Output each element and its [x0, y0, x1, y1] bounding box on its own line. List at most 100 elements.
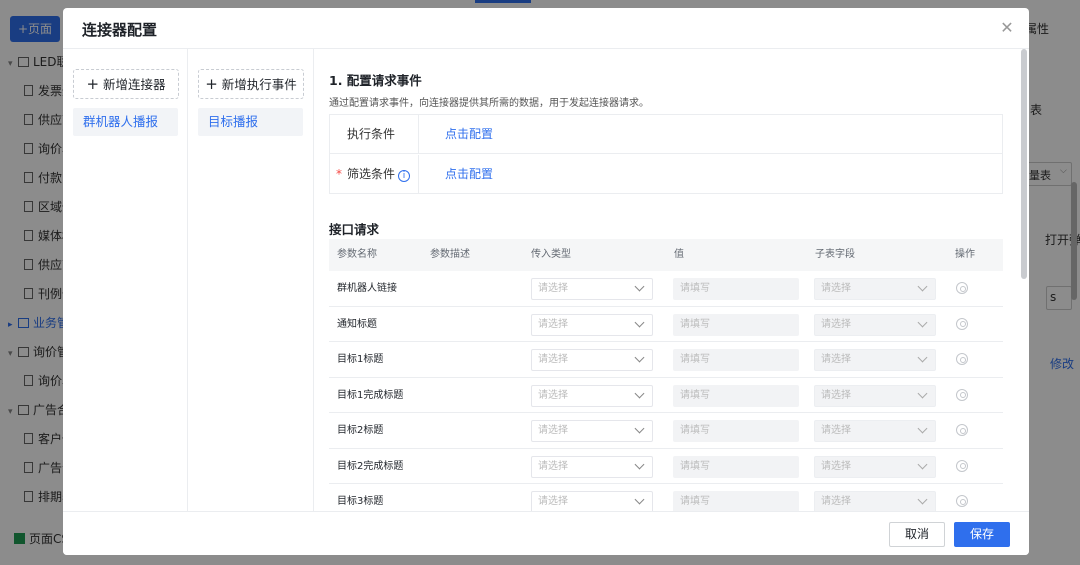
col-param-desc: 参数描述 — [430, 249, 470, 260]
gear-icon[interactable] — [956, 459, 968, 472]
subtable-field-select[interactable]: 请选择 — [814, 491, 936, 511]
save-button[interactable]: 保存 — [954, 522, 1010, 547]
modal-footer: 取消 保存 — [63, 511, 1029, 555]
param-row: 群机器人链接 请选择 请填写 请选择 — [329, 271, 1003, 307]
chevron-down-icon — [917, 317, 928, 327]
param-name: 目标1标题 — [337, 354, 384, 365]
value-input[interactable]: 请填写 — [673, 384, 799, 407]
subtable-field-select[interactable]: 请选择 — [814, 349, 936, 371]
gear-icon[interactable] — [956, 353, 968, 365]
input-type-placeholder: 请选择 — [538, 354, 568, 365]
value-input[interactable]: 请填写 — [673, 278, 799, 300]
value-input[interactable]: 请填写 — [673, 420, 799, 442]
connector-item[interactable]: 群机器人播报 — [73, 108, 178, 136]
param-name: 群机器人链接 — [337, 283, 397, 294]
chevron-down-icon — [917, 352, 928, 363]
request-event-description: 通过配置请求事件，向连接器提供其所需的数据，用于发起连接器请求。 — [329, 98, 649, 109]
input-type-select[interactable]: 请选择 — [531, 278, 653, 300]
condition-label: 执行条件 — [330, 115, 419, 154]
col-input-type: 传入类型 — [531, 249, 571, 260]
cancel-button[interactable]: 取消 — [889, 522, 945, 547]
filter-condition-label-wrap: 筛选条件 i — [347, 155, 411, 194]
subtable-field-placeholder: 请选择 — [821, 496, 851, 507]
col-subtable-field: 子表字段 — [815, 249, 855, 260]
chevron-down-icon — [634, 317, 645, 327]
input-type-placeholder: 请选择 — [538, 425, 568, 436]
condition-table: 执行条件 点击配置 * 筛选条件 i 点击配置 — [329, 114, 1003, 194]
api-request-title: 接口请求 — [329, 222, 380, 237]
chevron-down-icon — [634, 423, 645, 434]
execute-condition-label: 执行条件 — [347, 127, 396, 141]
input-type-placeholder: 请选择 — [538, 496, 568, 507]
col-value: 值 — [674, 249, 684, 260]
col-param-name: 参数名称 — [337, 249, 377, 260]
input-type-select[interactable]: 请选择 — [531, 349, 653, 371]
condition-label: * 筛选条件 i — [330, 155, 419, 194]
subtable-field-select[interactable]: 请选择 — [814, 313, 936, 336]
param-row: 目标1标题 请选择 请填写 请选择 — [329, 342, 1003, 378]
event-item[interactable]: 目标播报 — [198, 108, 303, 136]
col-actions: 操作 — [955, 249, 975, 260]
subtable-field-placeholder: 请选择 — [821, 318, 851, 330]
input-type-select[interactable]: 请选择 — [531, 384, 653, 407]
value-input[interactable]: 请填写 — [673, 491, 799, 511]
param-name: 目标1完成标题 — [337, 389, 404, 401]
value-input[interactable]: 请填写 — [673, 455, 799, 478]
input-type-placeholder: 请选择 — [538, 460, 568, 472]
subtable-field-select[interactable]: 请选择 — [814, 278, 936, 300]
value-input[interactable]: 请填写 — [673, 349, 799, 371]
required-asterisk: * — [336, 167, 342, 181]
subtable-field-select[interactable]: 请选择 — [814, 420, 936, 442]
input-type-select[interactable]: 请选择 — [531, 420, 653, 442]
param-name: 通知标题 — [337, 318, 377, 330]
plus-icon: + — [205, 75, 218, 93]
condition-row-filter: * 筛选条件 i 点击配置 — [330, 155, 1002, 194]
subtable-field-placeholder: 请选择 — [821, 460, 851, 472]
add-connector-label: 新增连接器 — [103, 77, 166, 92]
close-icon[interactable]: ✕ — [999, 20, 1015, 36]
param-table-header: 参数名称 参数描述 传入类型 值 子表字段 操作 — [329, 239, 1003, 271]
param-row: 目标3标题 请选择 请填写 请选择 — [329, 484, 1003, 511]
param-name: 目标2完成标题 — [337, 460, 404, 472]
gear-icon[interactable] — [956, 495, 968, 507]
subtable-field-placeholder: 请选择 — [821, 389, 851, 401]
chevron-down-icon — [917, 281, 928, 292]
chevron-down-icon — [634, 352, 645, 363]
gear-icon[interactable] — [956, 282, 968, 294]
input-type-select[interactable]: 请选择 — [531, 491, 653, 511]
config-main-panel: 1. 配置请求事件 通过配置请求事件，向连接器提供其所需的数据，用于发起连接器请… — [314, 49, 1029, 511]
chevron-down-icon — [917, 423, 928, 434]
modal-scrollbar[interactable] — [1021, 49, 1027, 279]
param-name: 目标3标题 — [337, 496, 384, 507]
subtable-field-placeholder: 请选择 — [821, 283, 851, 294]
request-event-title: 1. 配置请求事件 — [329, 73, 422, 88]
subtable-field-placeholder: 请选择 — [821, 425, 851, 436]
subtable-field-select[interactable]: 请选择 — [814, 384, 936, 407]
connector-list-column: + 新增连接器 群机器人播报 — [63, 49, 188, 511]
chevron-down-icon — [634, 494, 645, 505]
subtable-field-placeholder: 请选择 — [821, 354, 851, 365]
input-type-placeholder: 请选择 — [538, 318, 568, 330]
plus-icon: + — [86, 75, 100, 93]
filter-condition-config-link[interactable]: 点击配置 — [445, 155, 493, 194]
input-type-select[interactable]: 请选择 — [531, 313, 653, 336]
add-event-button[interactable]: + 新增执行事件 — [198, 69, 304, 99]
value-input[interactable]: 请填写 — [673, 313, 799, 336]
modal-header: 连接器配置 ✕ — [63, 8, 1029, 49]
gear-icon[interactable] — [956, 317, 968, 330]
param-row: 目标2完成标题 请选择 请填写 请选择 — [329, 449, 1003, 484]
subtable-field-select[interactable]: 请选择 — [814, 455, 936, 478]
gear-icon[interactable] — [956, 388, 968, 401]
condition-row-execute: 执行条件 点击配置 — [330, 115, 1002, 154]
info-icon[interactable]: i — [398, 170, 411, 182]
input-type-placeholder: 请选择 — [538, 389, 568, 401]
input-type-select[interactable]: 请选择 — [531, 455, 653, 478]
chevron-down-icon — [917, 388, 928, 398]
chevron-down-icon — [634, 281, 645, 292]
gear-icon[interactable] — [956, 424, 968, 436]
add-event-label: 新增执行事件 — [221, 77, 297, 92]
execute-condition-config-link[interactable]: 点击配置 — [445, 115, 493, 154]
param-row: 目标2标题 请选择 请填写 请选择 — [329, 413, 1003, 449]
filter-condition-label: 筛选条件 — [347, 167, 396, 181]
add-connector-button[interactable]: + 新增连接器 — [73, 69, 179, 99]
